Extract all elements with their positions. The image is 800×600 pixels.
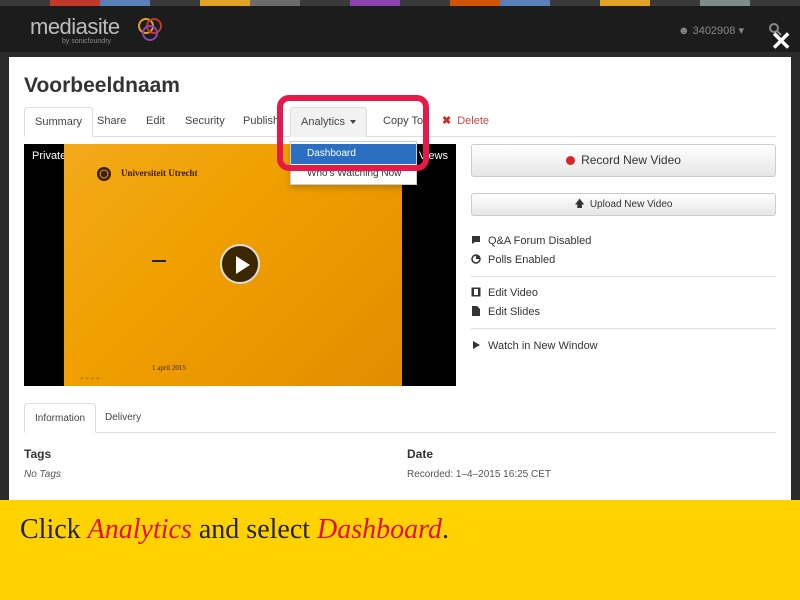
page-title: Voorbeeldnaam <box>24 74 180 97</box>
tab-delivery[interactable]: Delivery <box>95 403 151 433</box>
presentation-modal: Voorbeeldnaam Summary Share Edit Securit… <box>9 57 791 500</box>
caption-middle: and select <box>191 514 318 545</box>
caption-suffix: . <box>442 514 450 545</box>
slide-university-text: Universiteit Utrecht <box>121 168 198 178</box>
tab-security-label: Security <box>185 115 225 127</box>
film-icon <box>471 287 481 297</box>
document-icon <box>472 306 480 316</box>
chat-icon <box>472 236 480 244</box>
date-value: Recorded: 1–4–2015 16:25 CET <box>407 469 551 480</box>
top-bar: mediasite by sonicfoundry ☻ 3402908 ▾ <box>0 6 800 52</box>
upload-button-label: Upload New Video <box>589 199 673 210</box>
tab-delete-label: Delete <box>457 115 490 127</box>
tags-heading: Tags <box>24 447 52 461</box>
record-dot-icon <box>566 156 576 165</box>
tab-delete[interactable]: ✖ Delete <box>432 107 499 137</box>
edit-slides-label: Edit Slides <box>488 306 540 318</box>
record-new-video-button[interactable]: Record New Video <box>471 144 776 177</box>
divider <box>471 328 776 329</box>
logo-subtitle: by sonicfoundry <box>62 38 112 45</box>
edit-video-label: Edit Video <box>488 287 538 299</box>
tags-value: No Tags <box>24 469 61 480</box>
play-triangle-icon <box>473 341 480 349</box>
caption-prefix: Click <box>20 514 88 545</box>
slide-date: 1 april 2015 <box>152 364 186 372</box>
instruction-text: Click Analytics and select Dashboard. <box>20 514 449 546</box>
privacy-label: Private <box>32 150 67 162</box>
upload-new-video-button[interactable]: 🡅 Upload New Video <box>471 193 776 216</box>
tab-edit[interactable]: Edit <box>136 107 175 137</box>
arrow-up-icon: 🡅 <box>574 199 585 210</box>
caption-dashboard: Dashboard <box>317 514 443 545</box>
edit-video-link[interactable]: Edit Video <box>471 287 538 299</box>
tab-summary-label: Summary <box>35 116 83 128</box>
close-icon[interactable]: ✕ <box>770 28 792 54</box>
watch-in-new-window-link[interactable]: Watch in New Window <box>471 340 598 352</box>
record-button-label: Record New Video <box>581 153 681 167</box>
university-seal-icon <box>97 167 111 181</box>
polls-label: Polls Enabled <box>488 254 556 266</box>
delete-icon: ✖ <box>442 115 452 127</box>
qa-forum-label: Q&A Forum Disabled <box>488 235 592 247</box>
user-icon: ☻ <box>677 25 690 37</box>
slide-controls: ● ● ● ● <box>80 376 100 382</box>
info-tab-bar: Information Delivery <box>24 403 776 433</box>
instruction-caption: Click Analytics and select Dashboard. <box>0 500 800 600</box>
logo-mark-icon <box>138 18 162 41</box>
play-icon[interactable] <box>220 244 260 284</box>
tab-information-label: Information <box>35 413 86 424</box>
date-heading: Date <box>407 447 434 461</box>
tab-share[interactable]: Share <box>87 107 136 137</box>
tab-summary[interactable]: Summary <box>24 107 94 137</box>
tab-delivery-label: Delivery <box>105 412 142 423</box>
highlight-box <box>277 95 429 171</box>
divider <box>471 276 776 277</box>
tab-security[interactable]: Security <box>175 107 235 137</box>
user-id: 3402908 <box>692 25 736 37</box>
tab-publish-label: Publish <box>243 115 280 127</box>
caption-analytics: Analytics <box>87 514 192 545</box>
slide-dash <box>152 260 166 262</box>
chevron-down-icon: ▾ <box>738 25 744 37</box>
watch-label: Watch in New Window <box>488 340 598 352</box>
qa-forum-status[interactable]: Q&A Forum Disabled <box>471 235 591 247</box>
edit-slides-link[interactable]: Edit Slides <box>471 306 540 318</box>
polls-status[interactable]: Polls Enabled <box>471 254 555 266</box>
tab-share-label: Share <box>97 115 127 127</box>
user-menu[interactable]: ☻ 3402908 ▾ <box>678 24 744 37</box>
tab-edit-label: Edit <box>146 115 165 127</box>
tab-information[interactable]: Information <box>24 403 97 433</box>
pie-chart-icon <box>471 254 481 264</box>
mediasite-logo[interactable]: mediasite <box>30 14 120 40</box>
